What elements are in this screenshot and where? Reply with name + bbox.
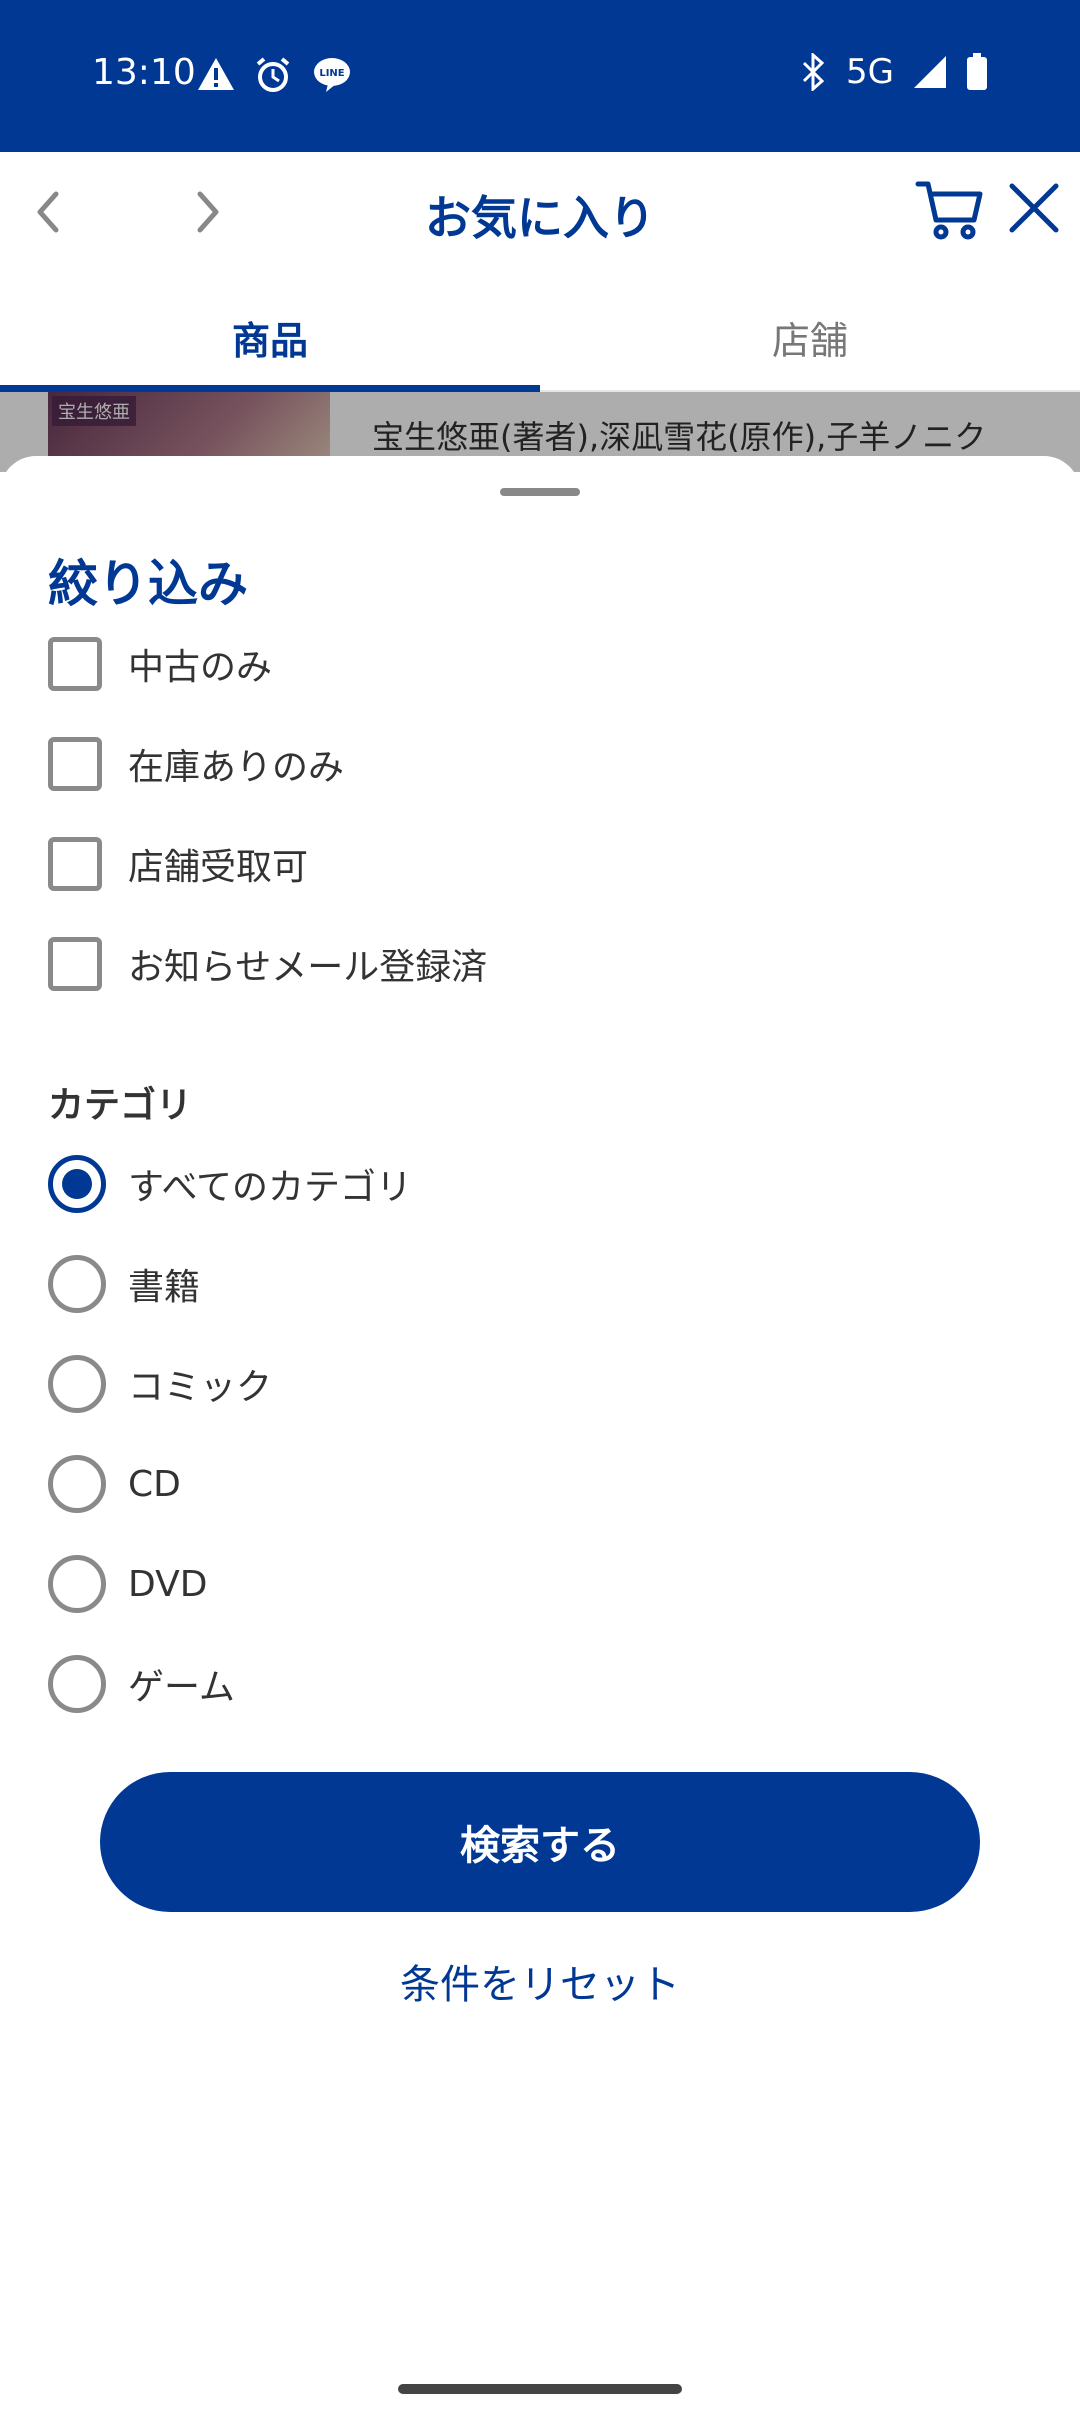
tab-stores[interactable]: 店舗 (540, 270, 1080, 390)
status-right: 5G (800, 52, 988, 92)
radio-games[interactable] (48, 1655, 106, 1713)
checkbox-store-pickup[interactable] (48, 837, 102, 891)
app-bar: お気に入り (0, 152, 1080, 270)
radio-books[interactable] (48, 1255, 106, 1313)
filter-store-pickup[interactable]: 店舗受取可 (48, 832, 308, 896)
category-dvd[interactable]: DVD (48, 1552, 207, 1616)
search-button[interactable]: 検索する (100, 1772, 980, 1912)
radio-dvd[interactable] (48, 1555, 106, 1613)
radio-label: CD (128, 1463, 181, 1505)
cart-icon[interactable] (914, 174, 986, 246)
category-comics[interactable]: コミック (48, 1352, 272, 1416)
bluetooth-icon (802, 53, 825, 91)
radio-label: 書籍 (128, 1267, 201, 1308)
filter-title: 絞り込み (48, 555, 248, 613)
category-books[interactable]: 書籍 (48, 1252, 200, 1316)
checkbox-label: お知らせメール登録済 (128, 947, 488, 988)
drag-handle[interactable] (500, 488, 580, 496)
checkbox-in-stock[interactable] (48, 737, 102, 791)
radio-all-categories[interactable] (48, 1155, 106, 1213)
checkbox-notification-mail[interactable] (48, 937, 102, 991)
svg-text:LINE: LINE (319, 68, 344, 79)
radio-label: ゲーム (128, 1667, 235, 1708)
alarm-icon (256, 57, 290, 92)
network-label: 5G (846, 52, 894, 92)
warning-icon (198, 58, 234, 90)
checkbox-label: 中古のみ (128, 647, 273, 688)
radio-label: DVD (128, 1563, 208, 1605)
filter-used-only[interactable]: 中古のみ (48, 632, 272, 696)
checkbox-label: 店舗受取可 (128, 847, 309, 888)
category-games[interactable]: ゲーム (48, 1652, 235, 1716)
filter-in-stock[interactable]: 在庫ありのみ (48, 732, 344, 796)
filter-notification-mail[interactable]: お知らせメール登録済 (48, 932, 487, 996)
home-indicator[interactable] (398, 2384, 682, 2394)
reset-conditions-link[interactable]: 条件をリセット (0, 1952, 1080, 2010)
checkbox-label: 在庫ありのみ (128, 747, 345, 788)
close-icon[interactable] (1004, 178, 1064, 238)
status-bar: 13:10 LINE 5G (0, 0, 1080, 152)
line-app-icon: LINE (314, 58, 350, 92)
checkbox-used-only[interactable] (48, 637, 102, 691)
tab-bar: 商品 店舗 (0, 270, 1080, 392)
radio-comics[interactable] (48, 1355, 106, 1413)
radio-cd[interactable] (48, 1455, 106, 1513)
tab-products[interactable]: 商品 (0, 270, 540, 392)
category-cd[interactable]: CD (48, 1452, 181, 1516)
filter-bottom-sheet: 絞り込み 中古のみ 在庫ありのみ 店舗受取可 お知らせメール登録済 カテゴリ す… (0, 456, 1080, 2424)
radio-label: すべてのカテゴリ (128, 1167, 413, 1208)
battery-icon (967, 53, 987, 90)
signal-icon (914, 56, 946, 88)
category-all[interactable]: すべてのカテゴリ (48, 1152, 412, 1216)
radio-label: コミック (128, 1367, 273, 1408)
category-heading: カテゴリ (48, 1085, 193, 1126)
status-time: 13:10 (92, 52, 196, 93)
